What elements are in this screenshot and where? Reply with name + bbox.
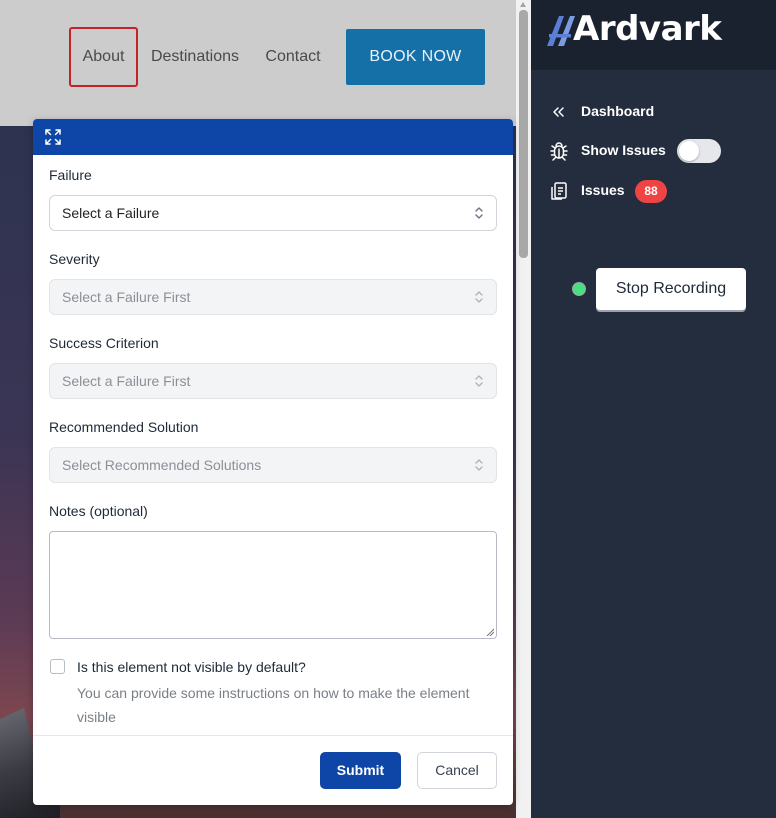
stop-recording-button[interactable]: Stop Recording	[596, 268, 746, 310]
recommended-solution-select-value: Select Recommended Solutions	[62, 457, 262, 473]
double-chevron-left-icon	[553, 107, 564, 117]
resize-grip-icon[interactable]	[486, 628, 494, 636]
modal-header	[33, 119, 513, 155]
failure-select[interactable]: Select a Failure	[49, 195, 497, 231]
failure-select-value: Select a Failure	[62, 205, 160, 221]
not-visible-checkbox[interactable]	[50, 659, 65, 674]
recommended-solution-label: Recommended Solution	[49, 419, 199, 435]
brand-name: Ardvark	[573, 9, 722, 49]
severity-select-value: Select a Failure First	[62, 289, 191, 305]
success-criterion-label: Success Criterion	[49, 335, 159, 351]
clipboard-icon	[551, 182, 567, 200]
success-criterion-select-value: Select a Failure First	[62, 373, 191, 389]
submit-button[interactable]: Submit	[320, 752, 401, 789]
chevron-up-down-icon	[475, 207, 483, 219]
notes-label: Notes (optional)	[49, 503, 148, 519]
book-now-button[interactable]: BOOK NOW	[346, 29, 485, 85]
nav-link-contact[interactable]: Contact	[260, 27, 326, 87]
not-visible-help-text: You can provide some instructions on how…	[77, 685, 470, 725]
site-navigation: About Destinations Contact BOOK NOW	[0, 0, 516, 126]
issue-form-modal: Failure Select a Failure Severity Select…	[33, 119, 513, 805]
nav-link-destinations[interactable]: Destinations	[147, 27, 243, 87]
scrollbar-thumb[interactable]	[519, 10, 528, 258]
chevron-up-down-icon	[475, 459, 483, 471]
severity-label: Severity	[49, 251, 100, 267]
chevron-up-down-icon	[475, 375, 483, 387]
show-issues-toggle[interactable]	[677, 139, 721, 163]
sidebar-item-label: Show Issues	[581, 142, 666, 158]
severity-select[interactable]: Select a Failure First	[49, 279, 497, 315]
notes-textarea[interactable]	[49, 531, 497, 639]
ardvark-side-panel: Ardvark Dashboard Show Issues Issues 88 …	[531, 0, 776, 818]
modal-footer-divider	[33, 735, 513, 736]
issues-count-badge: 88	[635, 180, 667, 203]
toggle-knob	[679, 141, 699, 161]
failure-label: Failure	[49, 167, 92, 183]
scroll-up-arrow-icon[interactable]	[520, 2, 526, 7]
panel-header: Ardvark	[531, 0, 776, 70]
recommended-solution-select[interactable]: Select Recommended Solutions	[49, 447, 497, 483]
nav-link-about[interactable]: About	[69, 27, 138, 87]
page-scrollbar[interactable]	[516, 0, 531, 818]
success-criterion-select[interactable]: Select a Failure First	[49, 363, 497, 399]
sidebar-item-label: Dashboard	[581, 103, 655, 119]
sidebar-item-label: Issues	[581, 182, 625, 198]
chevron-up-down-icon	[475, 291, 483, 303]
cancel-button[interactable]: Cancel	[417, 752, 497, 789]
expand-icon[interactable]	[45, 129, 61, 145]
recording-status-indicator	[572, 282, 586, 296]
bug-icon	[550, 142, 568, 161]
not-visible-label: Is this element not visible by default?	[77, 659, 306, 675]
